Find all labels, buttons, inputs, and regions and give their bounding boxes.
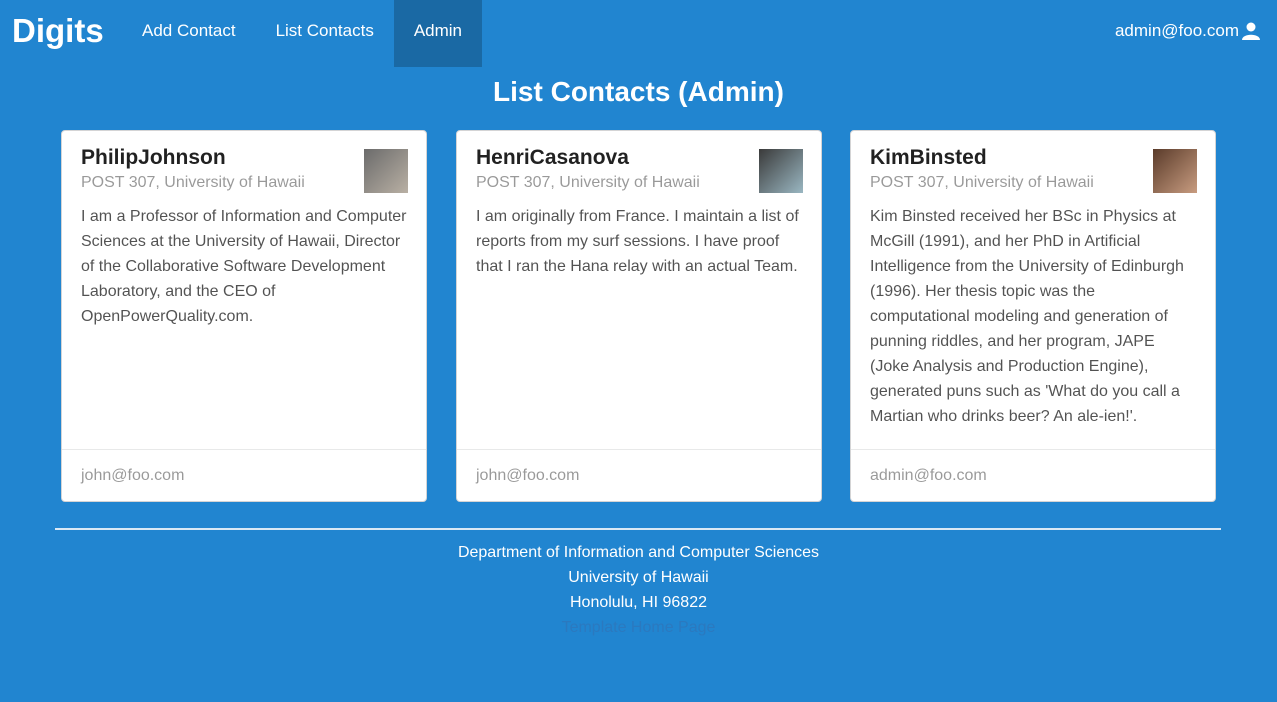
footer-divider — [55, 528, 1221, 530]
top-navbar: Digits Add Contact List Contacts Admin a… — [0, 0, 1277, 67]
contact-address: POST 307, University of Hawaii — [476, 174, 700, 191]
contact-description: I am a Professor of Information and Comp… — [81, 208, 407, 325]
footer: Department of Information and Computer S… — [0, 540, 1277, 640]
template-home-link[interactable]: Template Home Page — [0, 615, 1277, 640]
contact-owner: admin@foo.com — [851, 449, 1215, 502]
card-content: PhilipJohnson POST 307, University of Ha… — [62, 131, 426, 449]
contact-description: Kim Binsted received her BSc in Physics … — [870, 208, 1184, 425]
nav-list-contacts[interactable]: List Contacts — [256, 0, 394, 67]
nav-add-contact[interactable]: Add Contact — [122, 0, 256, 67]
brand-logo[interactable]: Digits — [0, 0, 122, 67]
contact-description: I am originally from France. I maintain … — [476, 208, 799, 275]
contact-name: KimBinsted — [870, 146, 987, 169]
nav-admin[interactable]: Admin — [393, 0, 483, 67]
footer-university: University of Hawaii — [568, 569, 709, 586]
contact-avatar-image — [1153, 149, 1197, 193]
contact-address: POST 307, University of Hawaii — [870, 174, 1094, 191]
contact-name: PhilipJohnson — [81, 146, 226, 169]
user-email: admin@foo.com — [1114, 20, 1239, 40]
contact-name: HenriCasanova — [476, 146, 629, 169]
contact-card: HenriCasanova POST 307, University of Ha… — [456, 130, 822, 502]
user-menu[interactable]: admin@foo.com — [1115, 0, 1277, 67]
contact-avatar-image — [364, 149, 408, 193]
card-content: HenriCasanova POST 307, University of Ha… — [457, 131, 821, 449]
contact-address: POST 307, University of Hawaii — [81, 174, 305, 191]
user-icon — [1241, 22, 1261, 40]
contact-owner: john@foo.com — [62, 449, 426, 502]
card-content: KimBinsted POST 307, University of Hawai… — [851, 131, 1215, 449]
footer-department: Department of Information and Computer S… — [457, 544, 820, 561]
contact-card: KimBinsted POST 307, University of Hawai… — [850, 130, 1216, 502]
contact-card: PhilipJohnson POST 307, University of Ha… — [61, 130, 427, 502]
footer-address: Honolulu, HI 96822 — [570, 594, 707, 611]
contact-avatar-image — [759, 149, 803, 193]
page-title: List Contacts (Admin) — [493, 76, 784, 107]
contact-owner: john@foo.com — [457, 449, 821, 502]
